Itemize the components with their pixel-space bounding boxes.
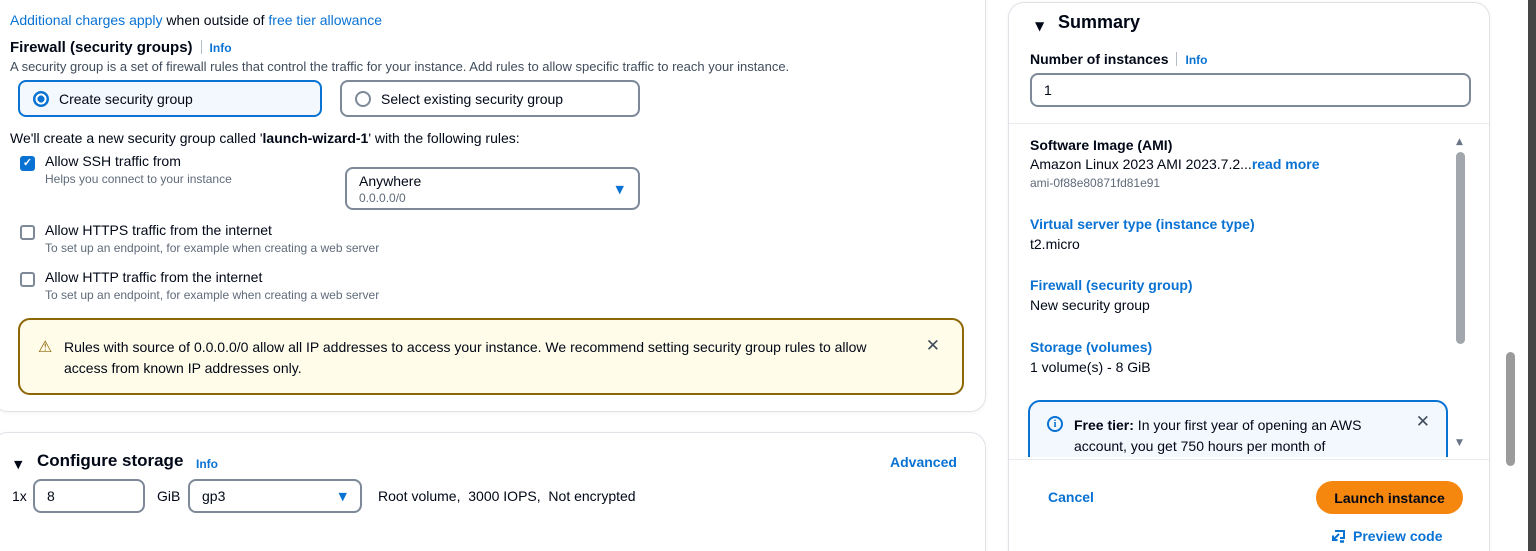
summary-scroll-down-icon[interactable]: ▼ [1456, 438, 1463, 448]
https-rule-label: Allow HTTPS traffic from the internet [45, 222, 272, 238]
preview-code-icon [1330, 528, 1346, 544]
firewall-heading-row: Firewall (security groups) Info [10, 39, 232, 56]
security-group-note: We'll create a new security group called… [10, 130, 520, 146]
launch-instance-button[interactable]: Launch instance [1316, 481, 1463, 514]
volume-type-caret-icon: ▼ [338, 490, 347, 503]
https-checkbox[interactable] [20, 225, 35, 240]
volume-type-dropdown[interactable]: gp3 ▼ [188, 479, 362, 513]
charges-note: Additional charges apply when outside of… [10, 12, 382, 28]
ssh-rule-sublabel: Helps you connect to your instance [45, 172, 232, 186]
number-of-instances-label: Number of instances [1030, 51, 1169, 67]
number-of-instances-input[interactable] [1030, 73, 1471, 107]
free-tier-clip: i Free tier: In your first year of openi… [1028, 400, 1450, 457]
radio-create-label: Create security group [59, 90, 193, 107]
cancel-button[interactable]: Cancel [1048, 489, 1094, 505]
free-tier-text: Free tier: In your first year of opening… [1074, 415, 1404, 457]
info-icon: i [1047, 416, 1063, 432]
warning-icon: ⚠ [38, 337, 53, 356]
storage-advanced-link[interactable]: Advanced [890, 454, 957, 470]
preview-code-button[interactable]: Preview code [1330, 528, 1443, 544]
ami-read-more-link[interactable]: read more [1252, 156, 1320, 172]
summary-storage-value: 1 volume(s) - 8 GiB [1030, 359, 1151, 375]
ssh-rule-label: Allow SSH traffic from [45, 153, 181, 169]
storage-collapse-icon: ▼ [14, 458, 23, 471]
volume-size-input[interactable] [33, 479, 145, 513]
open-access-warning: ⚠ Rules with source of 0.0.0.0/0 allow a… [18, 318, 964, 395]
additional-charges-link[interactable]: Additional charges apply [10, 12, 163, 28]
ssh-checkbox[interactable]: ✓ [20, 156, 35, 171]
firewall-info-link[interactable]: Info [210, 41, 232, 55]
summary-section-toggle[interactable]: ▼ [1035, 17, 1044, 35]
volume-count-label: 1x [12, 488, 27, 504]
note-suffix: ' with the following rules: [368, 130, 520, 146]
volume-detail-text: Root volume, 3000 IOPS, Not encrypted [378, 488, 636, 504]
ssh-source-detail: 0.0.0.0/0 [359, 191, 406, 205]
storage-info-link[interactable]: Info [196, 457, 218, 471]
free-tier-title: Free tier: [1074, 417, 1134, 433]
summary-ami-value-row: Amazon Linux 2023 AMI 2023.7.2...read mo… [1030, 156, 1320, 172]
launch-instance-wizard: Additional charges apply when outside of… [0, 0, 1536, 551]
summary-instance-type-value: t2.micro [1030, 236, 1080, 252]
instances-info-link[interactable]: Info [1185, 53, 1207, 67]
summary-divider-top [1009, 123, 1489, 124]
window-right-edge [1528, 0, 1536, 551]
storage-section-toggle[interactable]: ▼ [14, 455, 22, 473]
radio-unselected-icon [355, 90, 371, 107]
summary-firewall-link[interactable]: Firewall (security group) [1030, 277, 1193, 293]
radio-tile-create-security-group[interactable]: Create security group [18, 80, 322, 117]
charges-note-middle: when outside of [162, 12, 269, 28]
http-rule-label: Allow HTTP traffic from the internet [45, 269, 263, 285]
summary-instance-type-link[interactable]: Virtual server type (instance type) [1030, 216, 1255, 232]
firewall-description: A security group is a set of firewall ru… [10, 59, 790, 74]
preview-code-label: Preview code [1353, 528, 1443, 544]
heading-divider [200, 40, 202, 54]
summary-firewall-value: New security group [1030, 297, 1150, 313]
summary-storage-link[interactable]: Storage (volumes) [1030, 339, 1152, 355]
summary-ami-value: Amazon Linux 2023 AMI 2023.7.2... [1030, 156, 1252, 172]
ssh-source-dropdown[interactable]: Anywhere 0.0.0.0/0 ▼ [345, 167, 640, 210]
volume-unit-label: GiB [157, 488, 181, 504]
warning-text: Rules with source of 0.0.0.0/0 allow all… [64, 339, 867, 376]
note-prefix: We'll create a new security group called… [10, 130, 263, 146]
summary-collapse-icon: ▼ [1035, 19, 1045, 33]
summary-footer-divider [1009, 459, 1489, 460]
radio-select-existing-label: Select existing security group [381, 90, 564, 107]
dropdown-caret-icon: ▼ [615, 183, 624, 196]
free-tier-close-icon[interactable]: ✕ [1416, 414, 1430, 431]
instances-label-row: Number of instances Info [1030, 51, 1207, 67]
configure-storage-title[interactable]: Configure storage [37, 451, 183, 471]
instances-divider [1176, 52, 1178, 66]
window-scrollbar-thumb[interactable] [1506, 352, 1515, 466]
summary-ami-id: ami-0f88e80871fd81e91 [1030, 176, 1161, 190]
radio-selected-icon [33, 90, 49, 107]
warning-close-icon[interactable]: ✕ [926, 338, 940, 355]
free-tier-alert: i Free tier: In your first year of openi… [1028, 400, 1448, 457]
http-checkbox[interactable] [20, 272, 35, 287]
ssh-source-value: Anywhere [359, 173, 422, 189]
free-tier-allowance-link[interactable]: free tier allowance [268, 12, 382, 28]
firewall-heading: Firewall (security groups) [10, 39, 193, 56]
http-rule-sublabel: To set up an endpoint, for example when … [45, 288, 380, 302]
security-group-name: launch-wizard-1 [262, 130, 369, 146]
summary-scroll-up-icon[interactable]: ▲ [1456, 137, 1463, 147]
summary-ami-label: Software Image (AMI) [1030, 137, 1173, 153]
volume-type-value: gp3 [202, 488, 226, 504]
https-rule-sublabel: To set up an endpoint, for example when … [45, 241, 380, 255]
checkbox-check-icon: ✓ [22, 157, 33, 169]
radio-tile-select-existing-security-group[interactable]: Select existing security group [340, 80, 640, 117]
summary-title[interactable]: Summary [1058, 12, 1140, 33]
summary-scrollbar-thumb[interactable] [1456, 152, 1465, 344]
